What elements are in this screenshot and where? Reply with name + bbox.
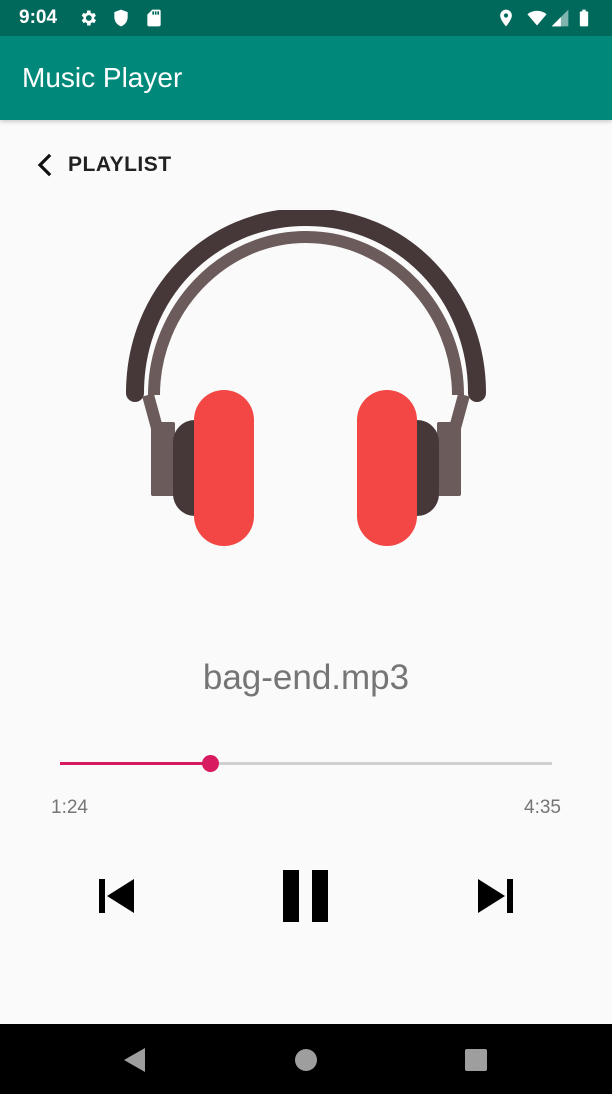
system-nav-bar — [0, 1024, 612, 1094]
app-title: Music Player — [22, 62, 183, 93]
shield-icon — [114, 9, 128, 27]
back-label: PLAYLIST — [68, 153, 172, 176]
status-time: 9:04 — [19, 7, 58, 28]
chevron-left-icon — [37, 153, 52, 177]
status-bar: 9:04 — [0, 0, 612, 36]
skip-next-icon[interactable] — [476, 876, 516, 916]
nav-recents-icon[interactable] — [458, 1042, 494, 1078]
seek-thumb[interactable] — [202, 755, 220, 772]
pause-icon[interactable] — [281, 868, 331, 924]
total-duration: 4:35 — [524, 797, 561, 818]
sd-card-icon — [147, 9, 161, 27]
elapsed-time: 1:24 — [51, 797, 88, 818]
seek-bar[interactable] — [60, 754, 552, 774]
nav-home-icon[interactable] — [288, 1042, 324, 1078]
signal-icon — [551, 9, 569, 27]
seek-progress — [60, 762, 211, 765]
battery-icon — [579, 9, 589, 27]
wifi-icon — [527, 10, 547, 26]
headphones-icon — [126, 210, 486, 546]
track-title: bag-end.mp3 — [202, 658, 410, 697]
skip-previous-icon[interactable] — [96, 876, 136, 916]
settings-icon — [81, 10, 96, 26]
app-bar: Music Player — [0, 36, 612, 120]
location-icon — [500, 9, 512, 27]
nav-back-icon[interactable] — [117, 1042, 153, 1078]
back-to-playlist-button[interactable]: PLAYLIST — [30, 146, 190, 184]
